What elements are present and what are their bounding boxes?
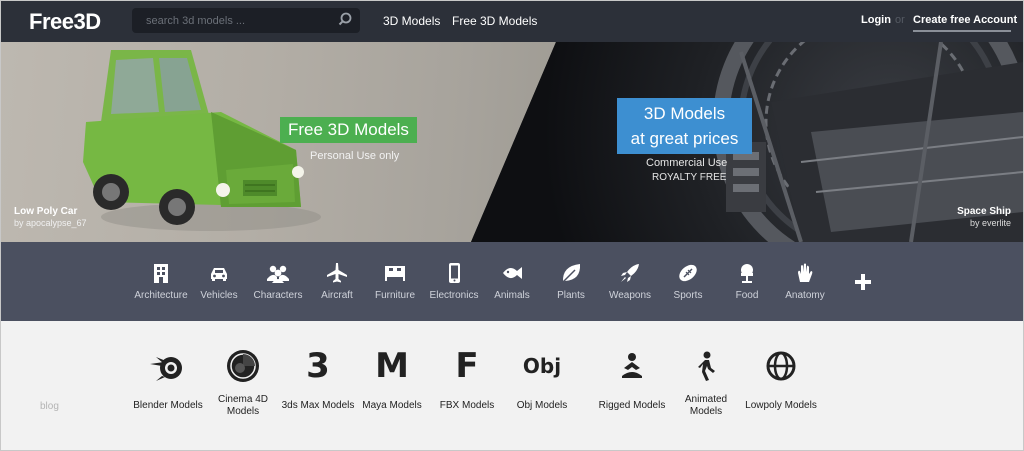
category-anatomy[interactable]: Anatomy	[770, 262, 840, 301]
paid-models-title-line2: at great prices	[630, 129, 739, 148]
format-lowpoly[interactable]: Lowpoly Models	[736, 348, 826, 412]
nav-free-3d-models[interactable]: Free 3D Models	[452, 14, 537, 28]
free-models-tag[interactable]: Free 3D Models	[280, 117, 417, 143]
maya-icon: M	[375, 346, 409, 386]
right-credit-author[interactable]: by everlite	[970, 218, 1011, 228]
format-label-line1: Animated	[684, 394, 728, 405]
phone-icon	[449, 263, 460, 283]
3dsmax-icon: 3	[306, 346, 330, 386]
format-label-line2: Models	[226, 406, 260, 417]
format-label-line2: Models	[689, 406, 723, 417]
leaf-icon	[562, 264, 581, 283]
nav-3d-models[interactable]: 3D Models	[383, 14, 440, 28]
blog-link[interactable]: blog	[40, 401, 59, 412]
building-icon	[154, 264, 168, 283]
fbx-icon: F	[455, 346, 479, 386]
rocket-icon	[621, 264, 639, 282]
create-account-link[interactable]: Create free Account	[913, 14, 1017, 26]
obj-icon: Obj	[522, 354, 562, 378]
login-link[interactable]: Login	[861, 14, 891, 26]
search-input[interactable]	[132, 8, 346, 33]
commercial-use-caption: Commercial Use	[646, 157, 728, 169]
paid-models-title-line1: 3D Models	[643, 104, 726, 123]
or-separator: or	[895, 14, 905, 26]
format-label: Lowpoly Models	[745, 400, 817, 411]
more-categories-plus-icon[interactable]	[853, 272, 873, 292]
format-label: Obj Models	[516, 400, 568, 411]
fish-icon	[503, 267, 522, 279]
left-credit-title[interactable]: Low Poly Car	[14, 206, 77, 217]
left-credit-author[interactable]: by apocalypse_67	[14, 218, 87, 228]
create-account-underline	[913, 30, 1011, 32]
royalty-free-caption: ROYALTY FREE	[652, 172, 727, 183]
hero-banner: Free 3D Models Personal Use only Low Pol…	[1, 42, 1023, 242]
globe-icon	[766, 351, 796, 381]
bed-icon	[385, 266, 405, 281]
cinema4d-icon	[227, 350, 259, 382]
format-label-line1: Cinema 4D	[217, 394, 269, 405]
football-icon	[679, 264, 697, 282]
category-label: Anatomy	[785, 290, 825, 301]
right-credit-title[interactable]: Space Ship	[957, 206, 1011, 217]
format-section: blog Blender Models Cinema 4D Models 3 3d…	[1, 321, 1023, 450]
food-icon	[741, 264, 753, 283]
airplane-icon	[327, 263, 347, 283]
blender-icon	[150, 357, 182, 381]
people-icon	[267, 265, 289, 283]
car-icon	[211, 268, 227, 281]
search-icon[interactable]	[338, 12, 352, 31]
walking-icon	[698, 351, 715, 381]
search-box	[132, 8, 360, 33]
rigged-icon	[622, 353, 642, 378]
site-logo[interactable]: Free3D	[29, 9, 101, 35]
format-obj[interactable]: Obj Obj Models	[497, 348, 587, 412]
personal-use-caption: Personal Use only	[310, 150, 400, 162]
top-navbar: Free3D 3D Models Free 3D Models Login or…	[1, 1, 1023, 42]
category-bar: Architecture Vehicles Characters Aircraf…	[1, 242, 1023, 321]
paid-models-tag[interactable]: 3D Models at great prices	[617, 98, 752, 154]
page-frame: Free3D 3D Models Free 3D Models Login or…	[0, 0, 1024, 451]
hand-icon	[798, 263, 813, 282]
